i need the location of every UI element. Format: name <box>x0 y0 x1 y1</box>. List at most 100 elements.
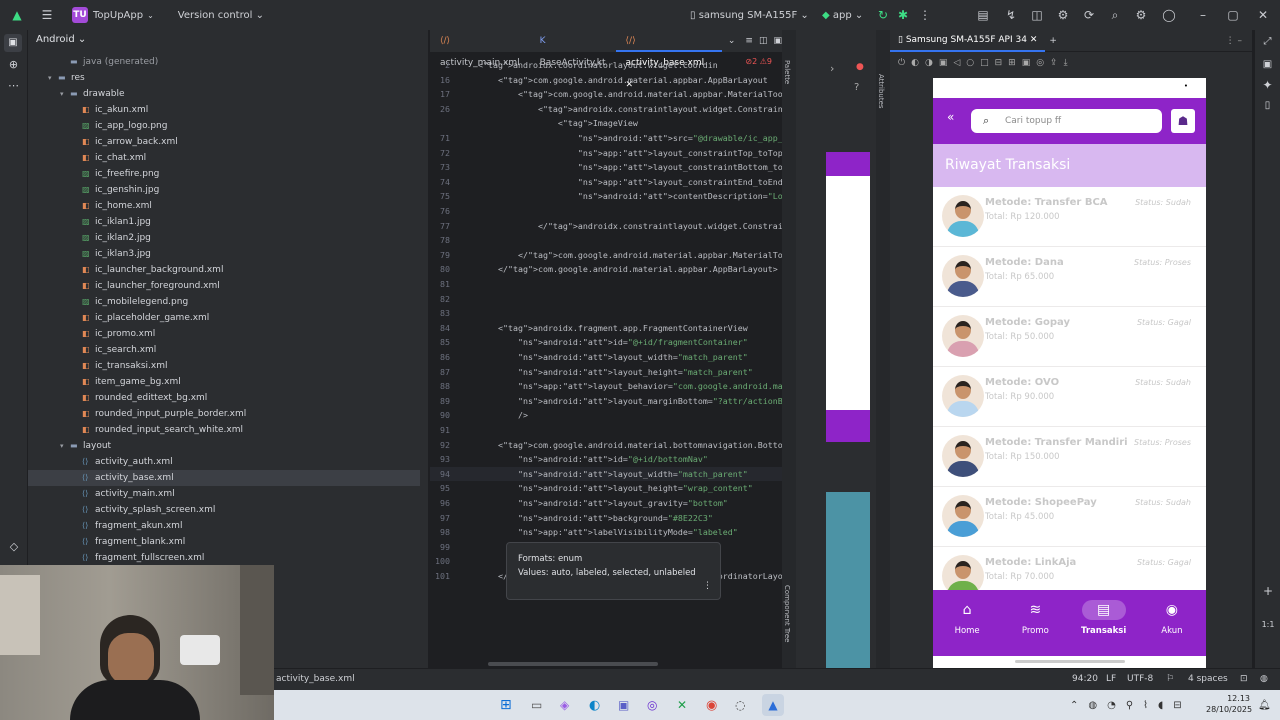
nav-item-home[interactable]: ⌂ Home <box>933 590 1001 656</box>
code-line[interactable]: 75 "ns">android:"att">contentDescription… <box>430 189 782 203</box>
account-icon[interactable]: ◯ <box>1158 8 1180 22</box>
device-manager-icon[interactable]: ▤ <box>972 8 994 22</box>
tree-file[interactable]: ▨ ic_mobilelegend.png <box>28 294 188 310</box>
vcs-selector[interactable]: Version control ⌄ <box>178 10 264 21</box>
tree-file[interactable]: ◧ ic_akun.xml <box>28 102 148 118</box>
more-tools-icon[interactable]: ⋯ <box>0 79 27 92</box>
tree-file[interactable]: ◧ ic_placeholder_game.xml <box>28 310 209 326</box>
explorer-icon[interactable]: ▭ <box>531 698 542 712</box>
memory-icon[interactable]: ◍ <box>1260 669 1268 689</box>
tree-file[interactable]: ⟨⟩ fragment_akun.xml <box>28 518 182 534</box>
phone-screen[interactable]: • « ⌕ Cari topup ff ☗ Riwayat Transaksi … <box>933 78 1206 668</box>
tree-file[interactable]: ◧ ic_launcher_background.xml <box>28 262 223 278</box>
transaction-row[interactable]: Metode: Transfer BCA Total: Rp 120.000 Sta… <box>933 187 1206 247</box>
tree-file[interactable]: ◧ ic_promo.xml <box>28 326 155 342</box>
tray-icons[interactable]: ⌃◍◔⚲⌇◖⊟ <box>1070 700 1192 711</box>
nav-item-akun[interactable]: ◉ Akun <box>1138 590 1206 656</box>
rerun-icon[interactable]: ↻ <box>872 8 894 22</box>
tree-file[interactable]: ◧ ic_launcher_foreground.xml <box>28 278 220 294</box>
running-devices-icon[interactable]: ▯ <box>1255 100 1280 111</box>
component-tree-tab[interactable]: Component Tree <box>783 585 791 642</box>
code-line[interactable]: 97 "ns">android:"att">background="#8E22C… <box>430 511 782 525</box>
code-line[interactable]: 76 <box>430 204 782 218</box>
run-config-selector[interactable]: ◆ app ⌄ <box>822 10 863 21</box>
panel-options-icon[interactable]: ⋮ – <box>1226 36 1242 46</box>
android-studio-taskbar-icon[interactable]: ▲ <box>762 694 784 716</box>
blueprint-preview[interactable] <box>826 492 870 668</box>
code-line[interactable]: 78 <box>430 233 782 247</box>
tree-file[interactable]: ⟨⟩ activity_splash_screen.xml <box>28 502 215 518</box>
transaction-row[interactable]: Metode: Dana Total: Rp 65.000 Status: Pros… <box>933 247 1206 307</box>
code-line[interactable]: 98 "ns">app:"att">labelVisibilityMode="l… <box>430 525 782 539</box>
copilot-icon[interactable]: ◈ <box>560 698 569 712</box>
tree-file[interactable]: ▨ ic_app_logo.png <box>28 118 167 134</box>
tree-file[interactable]: ◧ rounded_input_purple_border.xml <box>28 406 246 422</box>
tree-file[interactable]: ▨ ic_iklan2.jpg <box>28 230 151 246</box>
code-line[interactable]: 16 <"tag">com.google.android.material.ap… <box>430 73 782 87</box>
tree-file[interactable]: ◧ ic_home.xml <box>28 198 152 214</box>
start-icon[interactable]: ⊞ <box>500 697 512 713</box>
tooltip-more-icon[interactable]: ⋮ <box>703 579 712 593</box>
gemini-icon[interactable]: ✦ <box>1255 78 1280 92</box>
code-line[interactable]: 72 "ns">app:"att">layout_constraintTop_t… <box>430 146 782 160</box>
line-ending[interactable]: LF <box>1106 669 1116 689</box>
palette-tab[interactable]: Palette <box>783 60 791 84</box>
zoom-1to1-icon[interactable]: 1:1 <box>1255 620 1280 629</box>
code-line[interactable]: 90 /> <box>430 408 782 422</box>
design-view-icon[interactable]: ▣ <box>773 36 782 46</box>
code-line[interactable]: 85 "ns">android:"att">id="@+id/fragmentC… <box>430 335 782 349</box>
edge-icon[interactable]: ◐ <box>589 698 600 713</box>
device-selector[interactable]: ▯ samsung SM-A155F ⌄ <box>690 10 809 21</box>
device-mirror-icon[interactable]: ▣ <box>1255 59 1280 70</box>
code-line[interactable]: 84 <"tag">androidx.fragment.app.Fragment… <box>430 321 782 335</box>
tab-activity-main[interactable]: ⟨/⟩ activity_main.xml <box>430 30 530 68</box>
emulator-tab[interactable]: ▯ Samsung SM-A155F API 34 ✕ <box>890 30 1046 52</box>
lock-icon[interactable]: ⊡ <box>1240 669 1248 689</box>
tree-file[interactable]: ⟨⟩ fragment_fullscreen.xml <box>28 550 204 566</box>
code-line[interactable]: 80 </"tag">com.google.android.material.a… <box>430 262 782 276</box>
tree-file[interactable]: ◧ rounded_edittext_bg.xml <box>28 390 207 406</box>
plugin-icon[interactable]: ⚙ <box>1052 8 1074 22</box>
expand-arrow-icon[interactable]: ▾ <box>60 86 70 102</box>
clock[interactable]: 12.13 28/10/2025 <box>1206 693 1252 715</box>
code-line[interactable]: 81 <box>430 277 782 291</box>
excel-icon[interactable]: ✕ <box>677 698 687 712</box>
code-view-icon[interactable]: ≡ <box>745 36 753 46</box>
code-line[interactable]: 95 "ns">android:"att">layout_height="wra… <box>430 481 782 495</box>
encoding[interactable]: UTF-8 <box>1127 669 1153 689</box>
code-line[interactable]: 96 "ns">android:"att">layout_gravity="bo… <box>430 496 782 510</box>
indent-setting[interactable]: 4 spaces <box>1188 669 1228 689</box>
tree-file[interactable]: ⟨⟩ activity_auth.xml <box>28 454 173 470</box>
code-line[interactable]: 86 "ns">android:"att">layout_width="matc… <box>430 350 782 364</box>
emulator-toolbar[interactable]: ⏻◐◑▣◁○□⊟⊞▣◎⇪⤓ <box>898 58 1074 68</box>
expand-arrow-icon[interactable]: ▾ <box>60 438 70 454</box>
help-icon[interactable]: ? <box>854 82 859 93</box>
minimize-icon[interactable]: – <box>1192 8 1214 22</box>
project-tool-icon[interactable]: ▣ <box>4 34 22 52</box>
add-device-icon[interactable]: + <box>1049 36 1057 46</box>
more-icon[interactable]: ⋮ <box>914 8 936 22</box>
current-file[interactable]: activity_base.xml <box>276 669 355 689</box>
teams-icon[interactable]: ▣ <box>618 698 629 712</box>
code-line[interactable]: 93 "ns">android:"att">id="@+id/bottomNav… <box>430 452 782 466</box>
cursor-position[interactable]: 94:20 <box>1072 669 1098 689</box>
tree-file[interactable]: ⟨⟩ activity_main.xml <box>28 486 175 502</box>
tree-file[interactable]: ▨ ic_freefire.png <box>28 166 159 182</box>
notifications-icon[interactable]: ⤢ <box>1255 36 1280 47</box>
transaction-row[interactable]: Metode: Transfer Mandiri Total: Rp 150.00… <box>933 427 1206 487</box>
code-line[interactable]: 91 <box>430 423 782 437</box>
tree-file[interactable]: ◧ ic_search.xml <box>28 342 156 358</box>
gem-icon[interactable]: ◇ <box>0 540 28 553</box>
arrow-right-icon[interactable]: › <box>830 62 834 75</box>
code-line[interactable]: 87 "ns">android:"att">layout_height="mat… <box>430 365 782 379</box>
code-line[interactable]: 82 <box>430 292 782 306</box>
code-line[interactable]: 94 "ns">android:"att">layout_width="matc… <box>430 466 782 481</box>
code-line[interactable]: 73 "ns">app:"att">layout_constraintBotto… <box>430 160 782 174</box>
tree-folder[interactable]: ▾ ▬ res <box>28 70 85 86</box>
code-line[interactable]: 17 <"tag">com.google.android.material.ap… <box>430 87 782 101</box>
code-line[interactable]: 89 "ns">android:"att">layout_marginBotto… <box>430 394 782 408</box>
transaction-row[interactable]: Metode: OVO Total: Rp 90.000 Status: Sudah <box>933 367 1206 427</box>
code-line[interactable]: <"tag">ImageView <box>430 116 782 130</box>
project-view-selector[interactable]: Android ⌄ <box>36 34 86 45</box>
tabs-dropdown-icon[interactable]: ⌄ <box>728 36 736 46</box>
